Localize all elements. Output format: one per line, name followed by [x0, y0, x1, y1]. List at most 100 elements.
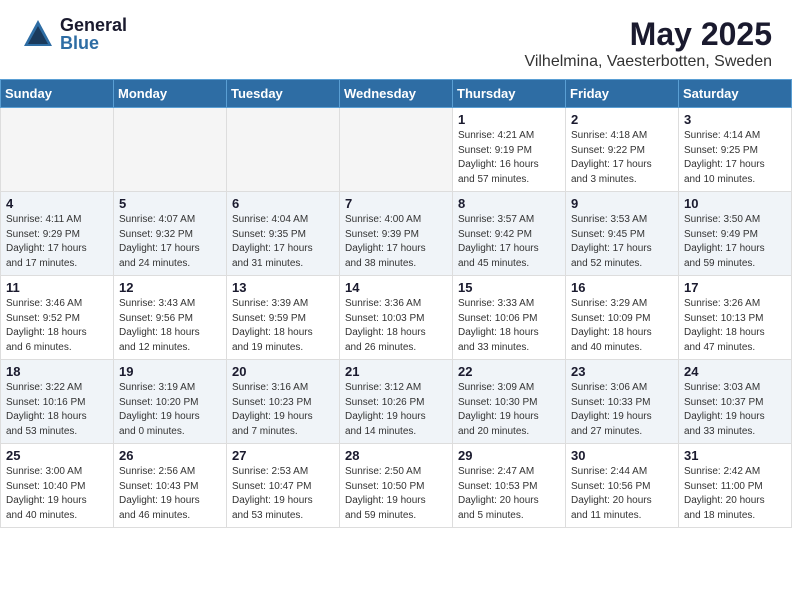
day-number: 6: [232, 196, 334, 211]
calendar-cell: 17 Sunrise: 3:26 AM Sunset: 10:13 PM Dayl…: [679, 276, 792, 360]
calendar-cell: [1, 108, 114, 192]
location: Vilhelmina, Vaesterbotten, Sweden: [524, 53, 772, 71]
logo-general-text: General: [60, 16, 127, 34]
day-number: 2: [571, 112, 673, 127]
calendar-cell: 11 Sunrise: 3:46 AM Sunset: 9:52 PM Dayli…: [1, 276, 114, 360]
calendar-cell: 8 Sunrise: 3:57 AM Sunset: 9:42 PM Daylig…: [453, 192, 566, 276]
day-number: 1: [458, 112, 560, 127]
day-number: 23: [571, 364, 673, 379]
day-info: Sunrise: 2:47 AM Sunset: 10:53 PM Daylig…: [458, 465, 560, 523]
day-number: 25: [6, 448, 108, 463]
header: General Blue May 2025 Vilhelmina, Vaeste…: [0, 0, 792, 79]
calendar-cell: 12Sunrise: 3:43 AM Sunset: 9:56 PM Dayli…: [114, 276, 227, 360]
logo-blue-text: Blue: [60, 34, 127, 52]
calendar-cell: 24 Sunrise: 3:03 AM Sunset: 10:37 PM Dayl…: [679, 360, 792, 444]
calendar-table: SundayMondayTuesdayWednesdayThursdayFrid…: [0, 79, 792, 528]
calendar-cell: 9 Sunrise: 3:53 AM Sunset: 9:45 PM Daylig…: [566, 192, 679, 276]
day-number: 18: [6, 364, 108, 379]
calendar-cell: 23 Sunrise: 3:06 AM Sunset: 10:33 PM Dayl…: [566, 360, 679, 444]
calendar-cell: 19Sunrise: 3:19 AM Sunset: 10:20 PM Dayl…: [114, 360, 227, 444]
day-info: Sunrise: 3:09 AM Sunset: 10:30 PM Daylig…: [458, 381, 560, 439]
calendar-cell: 10 Sunrise: 3:50 AM Sunset: 9:49 PM Dayli…: [679, 192, 792, 276]
calendar-cell: [114, 108, 227, 192]
calendar-cell: 21Sunrise: 3:12 AM Sunset: 10:26 PM Dayl…: [340, 360, 453, 444]
calendar-cell: [227, 108, 340, 192]
calendar-cell: 5Sunrise: 4:07 AM Sunset: 9:32 PM Daylig…: [114, 192, 227, 276]
calendar-cell: 1 Sunrise: 4:21 AM Sunset: 9:19 PM Daylig…: [453, 108, 566, 192]
day-info: Sunrise: 3:57 AM Sunset: 9:42 PM Dayligh…: [458, 213, 560, 271]
weekday-header-wednesday: Wednesday: [340, 80, 453, 108]
day-number: 28: [345, 448, 447, 463]
calendar-cell: 18 Sunrise: 3:22 AM Sunset: 10:16 PM Dayl…: [1, 360, 114, 444]
day-info: Sunrise: 2:44 AM Sunset: 10:56 PM Daylig…: [571, 465, 673, 523]
day-info: Sunrise: 3:06 AM Sunset: 10:33 PM Daylig…: [571, 381, 673, 439]
weekday-header-thursday: Thursday: [453, 80, 566, 108]
calendar-week-3: 11 Sunrise: 3:46 AM Sunset: 9:52 PM Dayli…: [1, 276, 792, 360]
day-number: 13: [232, 280, 334, 295]
logo: General Blue: [20, 16, 127, 52]
day-info: Sunrise: 3:03 AM Sunset: 10:37 PM Daylig…: [684, 381, 786, 439]
day-info: Sunrise: 3:26 AM Sunset: 10:13 PM Daylig…: [684, 297, 786, 355]
day-number: 5: [119, 196, 221, 211]
day-info: Sunrise: 3:43 AM Sunset: 9:56 PM Dayligh…: [119, 297, 221, 355]
day-number: 3: [684, 112, 786, 127]
calendar-cell: 30Sunrise: 2:44 AM Sunset: 10:56 PM Dayl…: [566, 444, 679, 528]
day-info: Sunrise: 3:53 AM Sunset: 9:45 PM Dayligh…: [571, 213, 673, 271]
weekday-header-sunday: Sunday: [1, 80, 114, 108]
calendar-cell: [340, 108, 453, 192]
month-year: May 2025: [524, 16, 772, 53]
day-info: Sunrise: 3:22 AM Sunset: 10:16 PM Daylig…: [6, 381, 108, 439]
title-block: May 2025 Vilhelmina, Vaesterbotten, Swed…: [524, 16, 772, 71]
day-info: Sunrise: 4:21 AM Sunset: 9:19 PM Dayligh…: [458, 129, 560, 187]
weekday-header-row: SundayMondayTuesdayWednesdayThursdayFrid…: [1, 80, 792, 108]
calendar-cell: 15 Sunrise: 3:33 AM Sunset: 10:06 PM Dayl…: [453, 276, 566, 360]
calendar-week-2: 4Sunrise: 4:11 AM Sunset: 9:29 PM Daylig…: [1, 192, 792, 276]
day-info: Sunrise: 3:33 AM Sunset: 10:06 PM Daylig…: [458, 297, 560, 355]
calendar-week-5: 25Sunrise: 3:00 AM Sunset: 10:40 PM Dayl…: [1, 444, 792, 528]
calendar-cell: 2 Sunrise: 4:18 AM Sunset: 9:22 PM Daylig…: [566, 108, 679, 192]
calendar-cell: 22 Sunrise: 3:09 AM Sunset: 10:30 PM Dayl…: [453, 360, 566, 444]
day-number: 10: [684, 196, 786, 211]
day-info: Sunrise: 3:50 AM Sunset: 9:49 PM Dayligh…: [684, 213, 786, 271]
day-number: 29: [458, 448, 560, 463]
day-info: Sunrise: 4:04 AM Sunset: 9:35 PM Dayligh…: [232, 213, 334, 271]
calendar-cell: 31 Sunrise: 2:42 AM Sunset: 11:00 PM Dayl…: [679, 444, 792, 528]
calendar-cell: 3Sunrise: 4:14 AM Sunset: 9:25 PM Daylig…: [679, 108, 792, 192]
day-number: 14: [345, 280, 447, 295]
calendar-cell: 26 Sunrise: 2:56 AM Sunset: 10:43 PM Dayl…: [114, 444, 227, 528]
day-info: Sunrise: 2:56 AM Sunset: 10:43 PM Daylig…: [119, 465, 221, 523]
day-info: Sunrise: 3:46 AM Sunset: 9:52 PM Dayligh…: [6, 297, 108, 355]
calendar-week-4: 18 Sunrise: 3:22 AM Sunset: 10:16 PM Dayl…: [1, 360, 792, 444]
day-number: 15: [458, 280, 560, 295]
day-info: Sunrise: 4:18 AM Sunset: 9:22 PM Dayligh…: [571, 129, 673, 187]
day-info: Sunrise: 3:39 AM Sunset: 9:59 PM Dayligh…: [232, 297, 334, 355]
weekday-header-saturday: Saturday: [679, 80, 792, 108]
calendar-cell: 4Sunrise: 4:11 AM Sunset: 9:29 PM Daylig…: [1, 192, 114, 276]
day-info: Sunrise: 3:16 AM Sunset: 10:23 PM Daylig…: [232, 381, 334, 439]
day-info: Sunrise: 2:42 AM Sunset: 11:00 PM Daylig…: [684, 465, 786, 523]
day-number: 7: [345, 196, 447, 211]
day-number: 11: [6, 280, 108, 295]
day-number: 20: [232, 364, 334, 379]
calendar-cell: 29 Sunrise: 2:47 AM Sunset: 10:53 PM Dayl…: [453, 444, 566, 528]
weekday-header-tuesday: Tuesday: [227, 80, 340, 108]
day-info: Sunrise: 3:36 AM Sunset: 10:03 PM Daylig…: [345, 297, 447, 355]
calendar-cell: 27Sunrise: 2:53 AM Sunset: 10:47 PM Dayl…: [227, 444, 340, 528]
day-number: 16: [571, 280, 673, 295]
day-info: Sunrise: 3:12 AM Sunset: 10:26 PM Daylig…: [345, 381, 447, 439]
day-number: 8: [458, 196, 560, 211]
day-number: 24: [684, 364, 786, 379]
day-info: Sunrise: 2:53 AM Sunset: 10:47 PM Daylig…: [232, 465, 334, 523]
day-number: 9: [571, 196, 673, 211]
day-info: Sunrise: 3:29 AM Sunset: 10:09 PM Daylig…: [571, 297, 673, 355]
calendar-cell: 14 Sunrise: 3:36 AM Sunset: 10:03 PM Dayl…: [340, 276, 453, 360]
day-number: 4: [6, 196, 108, 211]
calendar-cell: 20 Sunrise: 3:16 AM Sunset: 10:23 PM Dayl…: [227, 360, 340, 444]
day-number: 22: [458, 364, 560, 379]
day-number: 17: [684, 280, 786, 295]
calendar-cell: 28Sunrise: 2:50 AM Sunset: 10:50 PM Dayl…: [340, 444, 453, 528]
day-number: 26: [119, 448, 221, 463]
calendar-cell: 16 Sunrise: 3:29 AM Sunset: 10:09 PM Dayl…: [566, 276, 679, 360]
day-info: Sunrise: 4:00 AM Sunset: 9:39 PM Dayligh…: [345, 213, 447, 271]
day-number: 31: [684, 448, 786, 463]
